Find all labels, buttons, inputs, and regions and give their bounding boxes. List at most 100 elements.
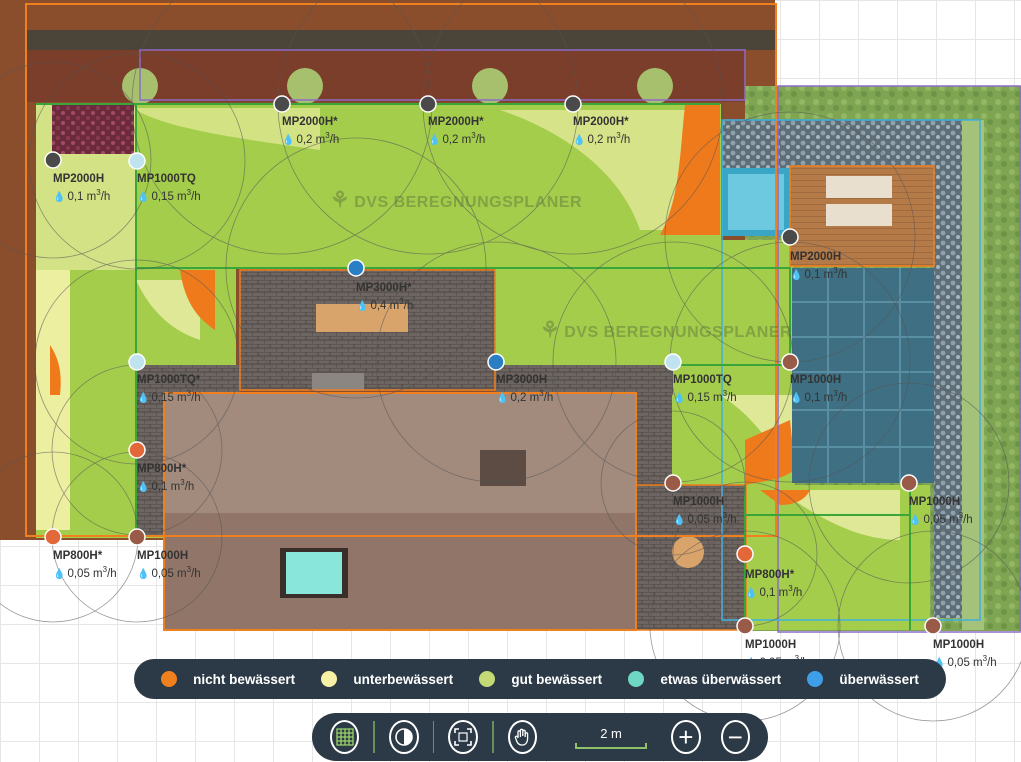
water-drop-icon: 💧 bbox=[428, 134, 441, 146]
legend-dot bbox=[628, 671, 645, 687]
sprinkler-model: MP2000H* bbox=[282, 116, 338, 128]
sprinkler-flow: 💧 0,1 m3/h bbox=[745, 584, 803, 599]
sprinkler-marker[interactable] bbox=[128, 353, 146, 371]
patio-table bbox=[672, 536, 704, 568]
sprinkler-label: MP2000H 💧 0,1 m3/h bbox=[790, 250, 847, 283]
sprinkler-label: MP1000TQ* 💧 0,15 m3/h bbox=[137, 373, 201, 406]
water-drop-icon: 💧 bbox=[137, 481, 150, 493]
zoom-out-button[interactable]: − bbox=[720, 720, 751, 754]
skylight-glass bbox=[286, 552, 342, 594]
sprinkler-label: MP2000H* 💧 0,2 m3/h bbox=[282, 115, 339, 148]
sprinkler-flow: 💧 0,4 m3/h bbox=[356, 297, 414, 312]
sprinkler-label: MP1000H💧0,05 m3/h bbox=[137, 549, 201, 582]
pebble-border bbox=[722, 120, 962, 168]
sprinkler-marker[interactable] bbox=[564, 95, 582, 113]
roof-top-half bbox=[164, 393, 636, 513]
sprinkler-model: MP1000H bbox=[673, 496, 725, 508]
sprinkler-marker[interactable] bbox=[781, 228, 799, 246]
sprinkler-marker[interactable] bbox=[736, 545, 754, 563]
sprinkler-marker[interactable] bbox=[347, 259, 365, 277]
shrub bbox=[637, 68, 673, 104]
lounger bbox=[826, 204, 892, 226]
sprinkler-marker[interactable] bbox=[273, 95, 291, 113]
sprinkler-model: MP2000H bbox=[790, 251, 842, 263]
fit-view-button[interactable] bbox=[448, 720, 478, 754]
shrub bbox=[472, 68, 508, 104]
sprinkler-logo-icon: ⚘ bbox=[330, 187, 351, 212]
sprinkler-model: MP1000TQ* bbox=[137, 374, 201, 386]
contrast-icon bbox=[395, 728, 413, 746]
flower-bed bbox=[52, 104, 134, 154]
legend-dot bbox=[479, 671, 496, 687]
sprinkler-label: MP3000H* 💧 0,4 m3/h bbox=[356, 281, 413, 314]
water-drop-icon: 💧 bbox=[496, 392, 509, 404]
sprinkler-flow: 💧0,05 m3/h bbox=[137, 565, 201, 580]
sprinkler-label: MP1000H💧0,05 m3/h bbox=[673, 495, 737, 528]
water-drop-icon: 💧 bbox=[673, 392, 686, 404]
legend-item: etwas überwässert bbox=[628, 671, 781, 687]
sprinkler-marker[interactable] bbox=[924, 617, 942, 635]
legend-dot bbox=[161, 671, 178, 687]
sprinkler-flow: 💧 0,15 m3/h bbox=[137, 188, 201, 203]
sprinkler-label: MP1000TQ 💧 0,15 m3/h bbox=[673, 373, 737, 406]
terrace-step bbox=[312, 373, 364, 391]
sprinkler-model: MP1000TQ bbox=[673, 374, 732, 386]
sprinkler-marker[interactable] bbox=[44, 151, 62, 169]
sprinkler-marker[interactable] bbox=[44, 528, 62, 546]
sprinkler-marker[interactable] bbox=[736, 617, 754, 635]
sprinkler-model: MP2000H* bbox=[573, 116, 629, 128]
sprinkler-marker[interactable] bbox=[664, 353, 682, 371]
sprinkler-label: MP1000TQ 💧 0,15 m3/h bbox=[137, 172, 201, 205]
sprinkler-label: MP1000H💧0,05 m3/h bbox=[909, 495, 973, 528]
watermark: ⚘ DVS BEREGNUNGSPLANER bbox=[330, 187, 583, 212]
water-drop-icon: 💧 bbox=[745, 587, 758, 599]
hand-icon bbox=[515, 728, 529, 746]
chimney bbox=[480, 450, 526, 486]
sprinkler-model: MP1000H bbox=[745, 639, 797, 651]
sprinkler-model: MP2000H* bbox=[428, 116, 484, 128]
fence-top bbox=[26, 30, 776, 50]
sprinkler-label: MP2000H 💧 0,1 m3/h bbox=[53, 172, 110, 205]
legend-item: gut bewässert bbox=[479, 671, 602, 687]
water-drop-icon: 💧 bbox=[790, 269, 803, 281]
path-right bbox=[636, 390, 672, 485]
sprinkler-flow: 💧 0,1 m3/h bbox=[790, 266, 848, 281]
sprinkler-label: MP1000H 💧 0,1 m3/h bbox=[790, 373, 847, 406]
irrigation-legend: nicht bewässert unterbewässert gut bewäs… bbox=[134, 659, 946, 699]
pan-button[interactable] bbox=[507, 720, 538, 754]
sprinkler-model: MP1000TQ bbox=[137, 173, 196, 185]
grid-toggle-button[interactable] bbox=[330, 720, 360, 754]
sprinkler-label: MP800H* 💧 0,05 m3/h bbox=[53, 549, 117, 582]
watermark: ⚘ DVS BEREGNUNGSPLANER bbox=[540, 317, 793, 342]
sprinkler-model: MP3000H bbox=[496, 374, 548, 386]
sprinkler-logo-icon: ⚘ bbox=[540, 317, 561, 342]
sprinkler-marker[interactable] bbox=[781, 353, 799, 371]
sprinkler-marker[interactable] bbox=[900, 474, 918, 492]
sprinkler-model: MP3000H* bbox=[356, 282, 412, 294]
sprinkler-model: MP1000H bbox=[933, 639, 985, 651]
water-drop-icon: 💧 bbox=[137, 392, 150, 404]
sprinkler-model: MP800H* bbox=[745, 569, 795, 581]
sprinkler-label: MP1000H💧0,05 m3/h bbox=[933, 638, 997, 671]
sprinkler-label: MP2000H* 💧 0,2 m3/h bbox=[573, 115, 630, 148]
lawn-middle bbox=[495, 240, 793, 368]
sprinkler-model: MP2000H bbox=[53, 173, 105, 185]
sprinkler-flow: 💧0,05 m3/h bbox=[909, 511, 973, 526]
zoom-in-button[interactable]: + bbox=[671, 720, 701, 754]
sprinkler-marker[interactable] bbox=[128, 528, 146, 546]
sprinkler-marker[interactable] bbox=[419, 95, 437, 113]
sprinkler-marker[interactable] bbox=[128, 441, 146, 459]
water-drop-icon: 💧 bbox=[137, 191, 150, 203]
sprinkler-marker[interactable] bbox=[664, 474, 682, 492]
water-drop-icon: 💧 bbox=[790, 392, 803, 404]
plus-icon: + bbox=[678, 722, 694, 752]
sprinkler-marker[interactable] bbox=[128, 152, 146, 170]
contrast-toggle-button[interactable] bbox=[389, 720, 419, 754]
water-drop-icon: 💧 bbox=[673, 514, 686, 526]
legend-item: unterbewässert bbox=[321, 671, 453, 687]
sprinkler-marker[interactable] bbox=[487, 353, 505, 371]
sprinkler-flow: 💧 0,2 m3/h bbox=[496, 389, 554, 404]
sprinkler-label: MP2000H* 💧 0,2 m3/h bbox=[428, 115, 485, 148]
minus-icon: − bbox=[727, 722, 743, 752]
legend-dot bbox=[807, 671, 824, 687]
